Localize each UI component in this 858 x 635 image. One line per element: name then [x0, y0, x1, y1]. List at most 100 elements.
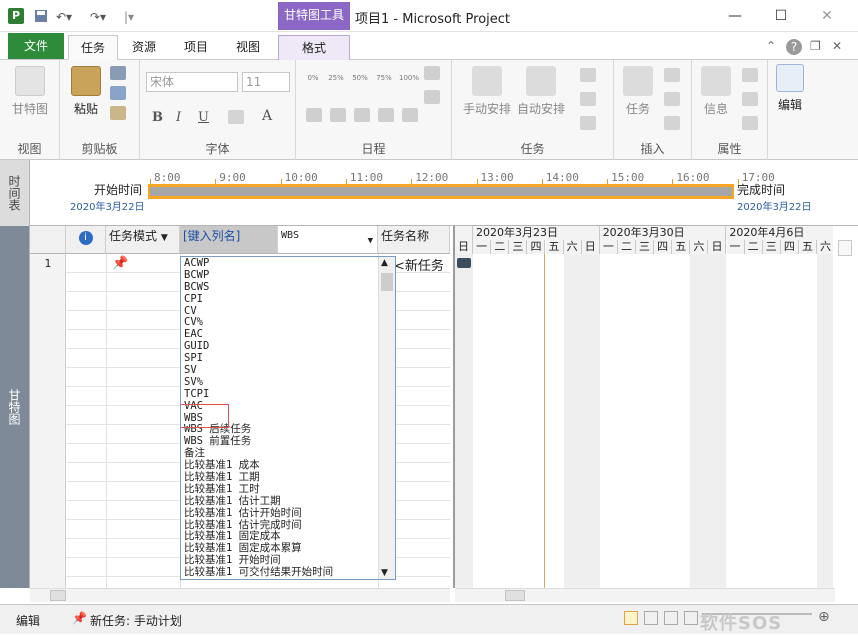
- customize-qat-icon[interactable]: |▾: [124, 9, 134, 25]
- row-header[interactable]: [30, 387, 66, 406]
- outdent-icon[interactable]: [306, 108, 322, 122]
- ribbon-collapse-icon[interactable]: ⌃: [766, 39, 776, 53]
- field-option[interactable]: 比较基准1 固定成本累算: [181, 542, 395, 554]
- task-mode-column-header[interactable]: 任务模式 ▼: [106, 226, 180, 254]
- row-header[interactable]: [30, 425, 66, 444]
- help-icon[interactable]: ?: [786, 39, 802, 55]
- field-option[interactable]: CPI: [181, 293, 395, 305]
- row-header[interactable]: [30, 330, 66, 349]
- row-header[interactable]: [30, 482, 66, 501]
- summary-icon[interactable]: [664, 68, 680, 82]
- field-option[interactable]: ACWP: [181, 257, 395, 269]
- fill-color-icon[interactable]: [228, 110, 244, 124]
- insert-task-button[interactable]: 任务: [618, 66, 658, 117]
- timeline-bar[interactable]: [148, 184, 734, 199]
- new-column-header[interactable]: [键入列名]: [180, 226, 278, 254]
- percent-50-button[interactable]: 50%: [348, 74, 372, 82]
- close-doc-icon[interactable]: ✕: [832, 39, 842, 53]
- undo-icon[interactable]: ↶▾: [56, 9, 72, 25]
- row-header[interactable]: [30, 463, 66, 482]
- details-icon[interactable]: [742, 92, 758, 106]
- task-name-cell[interactable]: <新任务: [394, 255, 444, 274]
- gantt-bar[interactable]: [457, 258, 471, 268]
- row-header[interactable]: [30, 520, 66, 539]
- field-option[interactable]: BCWS: [181, 281, 395, 293]
- redo-icon[interactable]: ↷▾: [90, 9, 106, 25]
- tab-view[interactable]: 视图: [226, 35, 270, 60]
- mark-on-track-icon[interactable]: [424, 66, 440, 80]
- tab-task[interactable]: 任务: [68, 35, 118, 60]
- row-header[interactable]: [30, 558, 66, 577]
- field-option[interactable]: 比较基准1 估计完成时间: [181, 519, 395, 531]
- field-option[interactable]: GUID: [181, 340, 395, 352]
- zoom-in-icon[interactable]: ⊕: [818, 609, 830, 625]
- row-header[interactable]: [30, 273, 66, 292]
- team-planner-icon[interactable]: [664, 611, 678, 625]
- dropdown-scroll-thumb[interactable]: [381, 273, 393, 291]
- field-option[interactable]: SV: [181, 364, 395, 376]
- tab-format[interactable]: 格式: [278, 35, 350, 60]
- field-option[interactable]: 比较基准1 固定成本: [181, 530, 395, 543]
- field-option[interactable]: SV%: [181, 376, 395, 388]
- field-option[interactable]: 备注: [181, 447, 395, 459]
- field-option[interactable]: BCWP: [181, 269, 395, 281]
- gantt-horizontal-scrollbar[interactable]: [455, 588, 835, 602]
- field-option[interactable]: 比较基准1 估计开始时间: [181, 507, 395, 519]
- field-option[interactable]: CV: [181, 305, 395, 317]
- mode-icon[interactable]: [580, 116, 596, 130]
- cut-icon[interactable]: [110, 66, 126, 80]
- info-column-header[interactable]: i: [66, 226, 106, 254]
- scroll-thumb[interactable]: [50, 590, 66, 601]
- percent-100-button[interactable]: 100%: [396, 74, 422, 82]
- manual-schedule-button[interactable]: 手动安排: [460, 66, 514, 117]
- milestone-icon[interactable]: [664, 92, 680, 106]
- split-task-icon[interactable]: [424, 90, 440, 104]
- field-option[interactable]: SPI: [181, 352, 395, 364]
- gantt-chart-button[interactable]: 甘特图: [8, 66, 52, 117]
- field-option[interactable]: 比较基准1 成本: [181, 459, 395, 471]
- format-painter-icon[interactable]: [110, 106, 126, 120]
- font-size-select[interactable]: 11: [242, 72, 290, 92]
- underline-button[interactable]: U: [198, 110, 209, 125]
- tab-project[interactable]: 项目: [174, 35, 218, 60]
- minimize-button[interactable]: —: [720, 6, 750, 26]
- row-header[interactable]: [30, 577, 66, 588]
- field-option[interactable]: 比较基准1 估计工期: [181, 495, 395, 507]
- field-option[interactable]: CV%: [181, 316, 395, 329]
- field-option[interactable]: 比较基准1 工期: [181, 471, 395, 483]
- notes-icon[interactable]: [742, 68, 758, 82]
- font-family-select[interactable]: 宋体: [146, 72, 238, 92]
- restore-doc-icon[interactable]: ❐: [810, 39, 821, 53]
- move-icon[interactable]: [580, 92, 596, 106]
- percent-25-button[interactable]: 25%: [324, 74, 348, 82]
- select-all-corner[interactable]: [30, 226, 66, 254]
- inspect-icon[interactable]: [580, 68, 596, 82]
- field-option[interactable]: 比较基准1 工时: [181, 483, 395, 495]
- copy-icon[interactable]: [110, 86, 126, 100]
- field-option[interactable]: WBS 前置任务: [181, 435, 395, 447]
- deliverable-icon[interactable]: [664, 116, 680, 130]
- row-header[interactable]: [30, 349, 66, 368]
- dropdown-scrollbar[interactable]: ▲ ▼: [378, 257, 395, 579]
- wbs-column-select[interactable]: WBS ▼: [278, 226, 378, 254]
- indent-icon[interactable]: [330, 108, 346, 122]
- field-option[interactable]: TCPI: [181, 388, 395, 400]
- field-option[interactable]: 比较基准1 开始时间: [181, 554, 395, 566]
- row-header[interactable]: [30, 292, 66, 311]
- resource-sheet-icon[interactable]: [684, 611, 698, 625]
- close-button[interactable]: ✕: [812, 6, 842, 26]
- bold-button[interactable]: B: [152, 110, 163, 125]
- respect-links-icon[interactable]: [354, 108, 370, 122]
- row-header[interactable]: [30, 444, 66, 463]
- row-number[interactable]: 1: [30, 255, 66, 274]
- auto-schedule-button[interactable]: 自动安排: [514, 66, 568, 117]
- row-header[interactable]: [30, 539, 66, 558]
- link-tasks-icon[interactable]: [378, 108, 394, 122]
- gantt-view-icon[interactable]: [624, 611, 638, 625]
- task-usage-icon[interactable]: [644, 611, 658, 625]
- maximize-button[interactable]: ☐: [766, 6, 796, 26]
- row-header[interactable]: [30, 501, 66, 520]
- tab-file[interactable]: 文件: [8, 33, 64, 59]
- grid-horizontal-scrollbar[interactable]: [30, 588, 450, 602]
- field-option[interactable]: 比较基准1 可交付结果开始时间: [181, 566, 395, 578]
